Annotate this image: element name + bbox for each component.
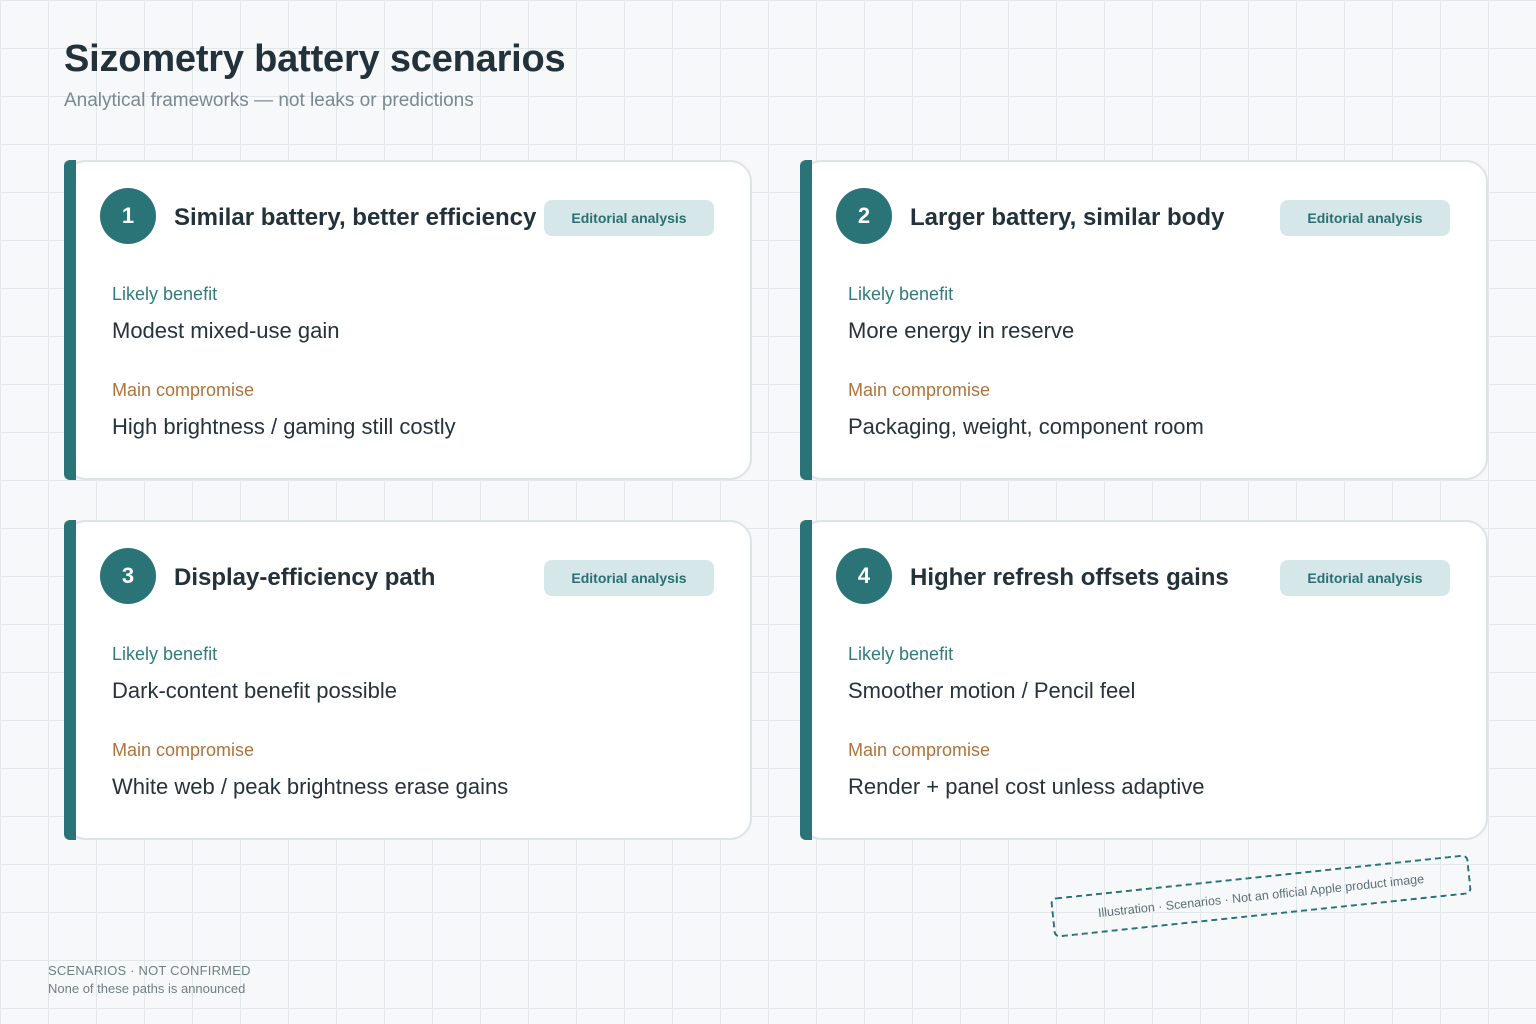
compromise-value: Render + panel cost unless adaptive xyxy=(848,774,1205,799)
editorial-analysis-badge: Editorial analysis xyxy=(544,200,714,236)
scenario-title: Higher refresh offsets gains xyxy=(910,564,1229,591)
benefit-value: Modest mixed-use gain xyxy=(112,318,340,343)
scenario-card-2: 2 Larger battery, similar body Editorial… xyxy=(800,160,1488,480)
compromise-label: Main compromise xyxy=(112,380,255,400)
scenario-title: Similar battery, better efficiency xyxy=(174,204,537,231)
scenario-number-badge: 4 xyxy=(836,548,892,604)
compromise-value: White web / peak brightness erase gains xyxy=(112,774,509,799)
page-subtitle: Analytical frameworks — not leaks or pre… xyxy=(64,90,474,111)
card-accent-bar xyxy=(800,520,812,840)
compromise-label: Main compromise xyxy=(848,380,991,400)
illustration-disclaimer-stamp: Illustration · Scenarios · Not an offici… xyxy=(1050,854,1472,938)
editorial-analysis-badge: Editorial analysis xyxy=(544,560,714,596)
benefit-value: Dark-content benefit possible xyxy=(112,678,397,703)
scenario-title: Display-efficiency path xyxy=(174,564,436,591)
compromise-label: Main compromise xyxy=(112,740,255,760)
card-accent-bar xyxy=(800,160,812,480)
compromise-value: High brightness / gaming still costly xyxy=(112,414,456,439)
scenario-card-3: 3 Display-efficiency path Editorial anal… xyxy=(64,520,752,840)
scenario-number-badge: 3 xyxy=(100,548,156,604)
scenario-title: Larger battery, similar body xyxy=(910,204,1225,231)
scenario-card-4: 4 Higher refresh offsets gains Editorial… xyxy=(800,520,1488,840)
scenario-number-badge: 1 xyxy=(100,188,156,244)
footer-note: None of these paths is announced xyxy=(48,981,246,996)
compromise-label: Main compromise xyxy=(848,740,991,760)
card-accent-bar xyxy=(64,160,76,480)
scenario-card-1: 1 Similar battery, better efficiency Edi… xyxy=(64,160,752,480)
benefit-label: Likely benefit xyxy=(112,284,218,304)
editorial-analysis-badge: Editorial analysis xyxy=(1280,200,1450,236)
benefit-value: Smoother motion / Pencil feel xyxy=(848,678,1136,703)
scenario-number-badge: 2 xyxy=(836,188,892,244)
compromise-value: Packaging, weight, component room xyxy=(848,414,1204,439)
benefit-label: Likely benefit xyxy=(112,644,218,664)
footer-status: SCENARIOS · NOT CONFIRMED xyxy=(48,963,251,978)
benefit-value: More energy in reserve xyxy=(848,318,1075,343)
benefit-label: Likely benefit xyxy=(848,644,954,664)
card-accent-bar xyxy=(64,520,76,840)
benefit-label: Likely benefit xyxy=(848,284,954,304)
editorial-analysis-badge: Editorial analysis xyxy=(1280,560,1450,596)
page-title: Sizometry battery scenarios xyxy=(64,38,566,80)
